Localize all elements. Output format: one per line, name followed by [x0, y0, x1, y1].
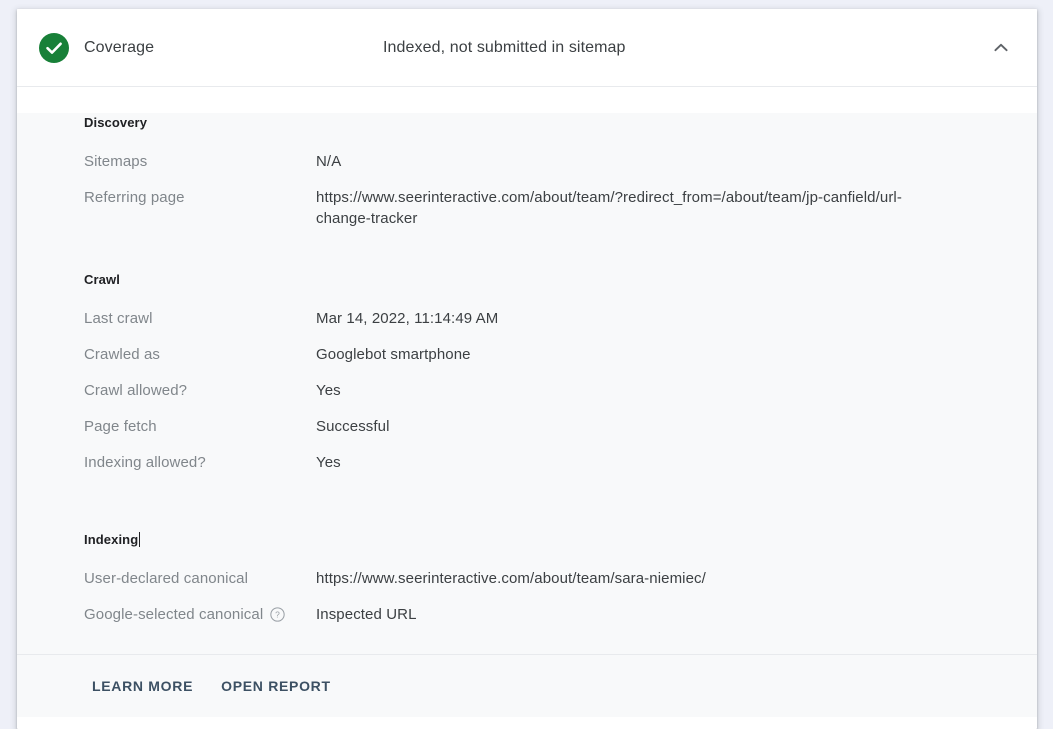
- detail-value: Yes: [316, 380, 341, 401]
- detail-label: User-declared canonical: [17, 568, 316, 589]
- detail-row: Indexing allowed? Yes: [17, 452, 1037, 488]
- detail-label-text: Google-selected canonical: [84, 604, 263, 625]
- detail-value: Googlebot smartphone: [316, 344, 471, 365]
- detail-row: Crawled as Googlebot smartphone: [17, 344, 1037, 380]
- detail-row: Last crawl Mar 14, 2022, 11:14:49 AM: [17, 308, 1037, 344]
- detail-row: User-declared canonical https://www.seer…: [17, 568, 1037, 604]
- section-discovery-title: Discovery: [17, 113, 1037, 133]
- url-inspection-coverage-card: Coverage Indexed, not submitted in sitem…: [17, 9, 1037, 729]
- card-footer: LEARN MORE OPEN REPORT: [17, 654, 1037, 717]
- detail-row: Page fetch Successful: [17, 416, 1037, 452]
- section-discovery-rows: Sitemaps N/A Referring page https://www.…: [17, 151, 1037, 229]
- detail-row: Sitemaps N/A: [17, 151, 1037, 187]
- section-indexing-title: Indexing: [17, 530, 1037, 550]
- detail-label-text: User-declared canonical: [84, 568, 248, 589]
- help-circle-icon[interactable]: ?: [270, 607, 285, 622]
- detail-label: Sitemaps: [17, 151, 316, 172]
- detail-label: Google-selected canonical ?: [17, 604, 316, 625]
- section-indexing-rows: User-declared canonical https://www.seer…: [17, 568, 1037, 640]
- check-circle-icon: [38, 32, 70, 64]
- chevron-up-icon[interactable]: [989, 36, 1013, 60]
- section-crawl: Crawl Last crawl Mar 14, 2022, 11:14:49 …: [17, 270, 1037, 488]
- coverage-header[interactable]: Coverage Indexed, not submitted in sitem…: [17, 9, 1037, 87]
- section-indexing-label: Indexing: [84, 532, 138, 547]
- detail-value: Mar 14, 2022, 11:14:49 AM: [316, 308, 498, 329]
- section-discovery: Discovery Sitemaps N/A Referring page ht…: [17, 113, 1037, 229]
- learn-more-button[interactable]: LEARN MORE: [84, 670, 201, 702]
- text-cursor-caret: [139, 532, 140, 547]
- detail-label: Page fetch: [17, 416, 316, 437]
- detail-value: https://www.seerinteractive.com/about/te…: [316, 568, 706, 589]
- detail-label: Last crawl: [17, 308, 316, 329]
- coverage-details-body: Discovery Sitemaps N/A Referring page ht…: [17, 113, 1037, 654]
- detail-value: Inspected URL: [316, 604, 417, 625]
- coverage-title: Coverage: [84, 38, 154, 58]
- open-report-button[interactable]: OPEN REPORT: [213, 670, 339, 702]
- section-indexing: Indexing User-declared canonical https:/…: [17, 530, 1037, 640]
- detail-row: Crawl allowed? Yes: [17, 380, 1037, 416]
- detail-label: Indexing allowed?: [17, 452, 316, 473]
- detail-label: Crawl allowed?: [17, 380, 316, 401]
- detail-label: Crawled as: [17, 344, 316, 365]
- detail-value: Successful: [316, 416, 390, 437]
- detail-value: N/A: [316, 151, 341, 172]
- svg-text:?: ?: [275, 610, 280, 620]
- detail-row: Referring page https://www.seerinteracti…: [17, 187, 1037, 229]
- coverage-status-value: Indexed, not submitted in sitemap: [383, 38, 626, 58]
- detail-label: Referring page: [17, 187, 316, 208]
- detail-value: https://www.seerinteractive.com/about/te…: [316, 187, 947, 229]
- detail-row: Google-selected canonical ? Inspected UR…: [17, 604, 1037, 640]
- section-crawl-rows: Last crawl Mar 14, 2022, 11:14:49 AM Cra…: [17, 308, 1037, 488]
- section-crawl-title: Crawl: [17, 270, 1037, 290]
- detail-value: Yes: [316, 452, 341, 473]
